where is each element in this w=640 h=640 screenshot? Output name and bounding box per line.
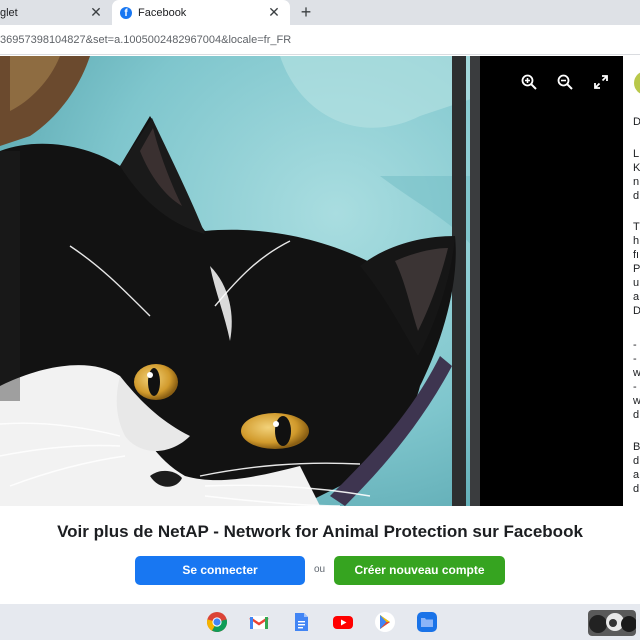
facebook-icon: f (120, 6, 132, 19)
side-text: T (633, 221, 640, 233)
play-store-icon[interactable] (374, 611, 396, 633)
side-text: a (633, 291, 640, 303)
new-tab-button[interactable]: + (297, 3, 315, 21)
side-text: D (633, 116, 640, 128)
login-prompt: Voir plus de NetAP - Network for Animal … (0, 506, 640, 604)
tab-strip: glet ✕ f Facebook ✕ + (0, 0, 640, 25)
side-text: w (633, 367, 640, 379)
profile-thumbnail[interactable] (588, 610, 636, 636)
chrome-icon[interactable] (206, 611, 228, 633)
side-text: - (633, 339, 637, 351)
address-bar[interactable]: 36957398104827&set=a.1005002482967004&lo… (0, 25, 640, 55)
side-text: L (633, 148, 640, 160)
close-icon[interactable]: ✕ (267, 5, 281, 19)
side-text: h (633, 235, 640, 247)
files-icon[interactable] (416, 611, 438, 633)
youtube-icon[interactable] (332, 611, 354, 633)
side-text: u (633, 277, 640, 289)
side-text: - (633, 353, 637, 365)
side-text: d (633, 483, 640, 495)
side-text: d (633, 455, 640, 467)
shelf (0, 604, 640, 640)
create-account-button[interactable]: Créer nouveau compte (334, 556, 505, 585)
prompt-title: Voir plus de NetAP - Network for Animal … (57, 522, 583, 541)
side-text: P (633, 263, 640, 275)
or-separator: ou (313, 564, 326, 575)
side-text: fı (633, 249, 640, 261)
zoom-in-icon[interactable] (521, 74, 537, 90)
viewer-controls-pane (480, 56, 623, 506)
side-text: n (633, 176, 640, 188)
tab-facebook[interactable]: f Facebook ✕ (112, 0, 290, 25)
tab-title: Facebook (138, 6, 187, 19)
side-text: - (633, 381, 637, 393)
url-text[interactable]: 36957398104827&set=a.1005002482967004&lo… (0, 34, 291, 46)
cat-photo[interactable] (0, 56, 480, 506)
side-text: a (633, 469, 640, 481)
avatar[interactable] (634, 71, 640, 95)
side-text: B (633, 441, 640, 453)
side-text: d (633, 190, 640, 202)
tab-title: glet (0, 6, 18, 19)
close-icon[interactable]: ✕ (89, 5, 103, 19)
side-text: d (633, 409, 640, 421)
cat-photo-image (0, 56, 480, 506)
side-text: D (633, 305, 640, 317)
zoom-out-icon[interactable] (557, 74, 573, 90)
side-text: K (633, 162, 640, 174)
cat-thumbnail-image (588, 610, 636, 636)
post-side-panel: D L K n d T h fı P u a D - - w - w d B d… (623, 56, 640, 506)
tab-previous[interactable]: glet ✕ (0, 0, 112, 25)
fullscreen-icon[interactable] (593, 74, 609, 90)
gmail-icon[interactable] (248, 611, 270, 633)
side-text: w (633, 395, 640, 407)
login-button[interactable]: Se connecter (135, 556, 305, 585)
docs-icon[interactable] (290, 611, 312, 633)
